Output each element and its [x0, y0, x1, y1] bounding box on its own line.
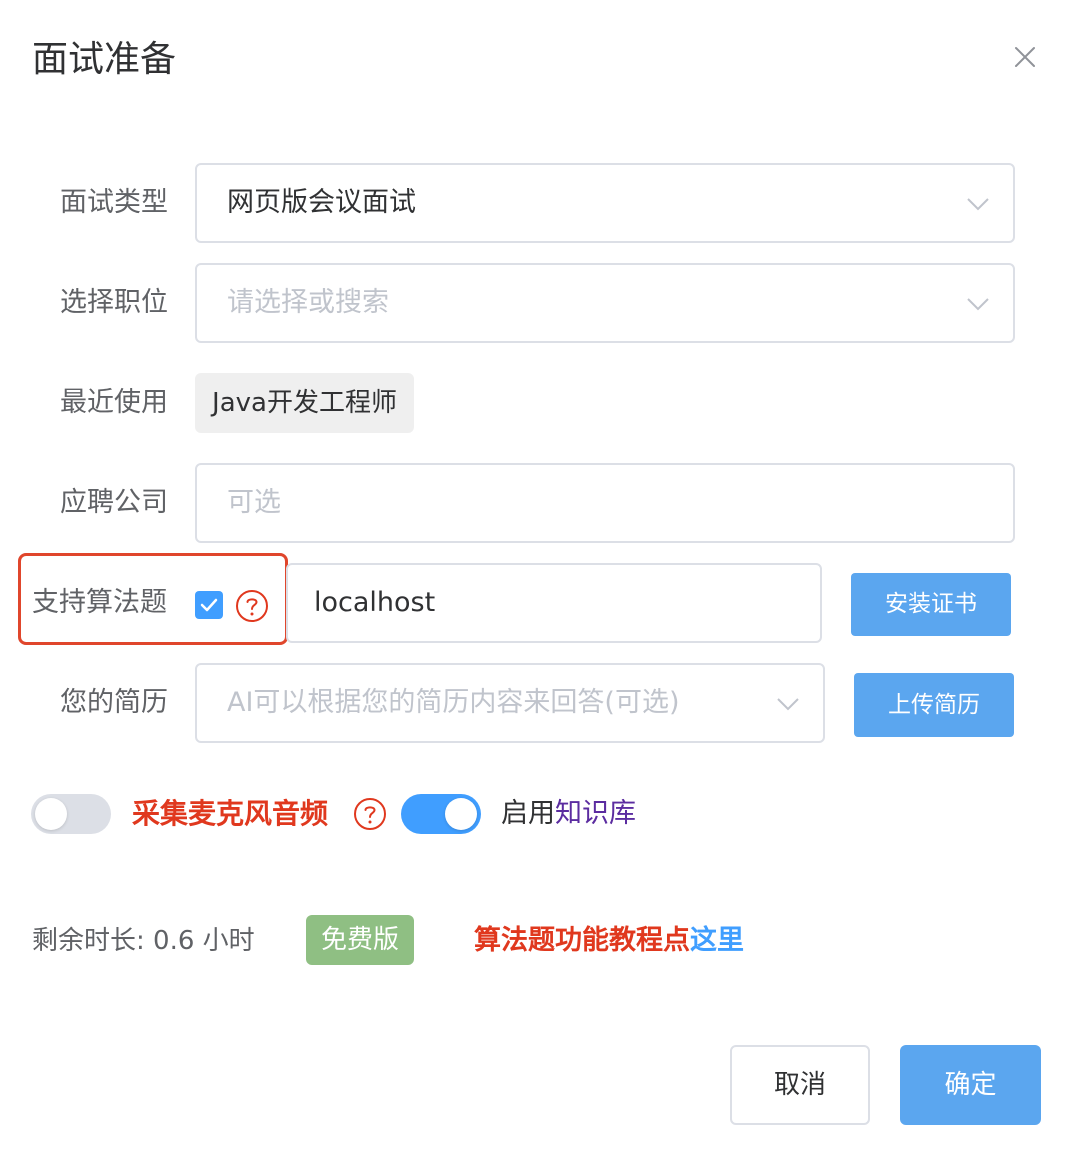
cancel-button[interactable]: 取消 — [730, 1045, 870, 1125]
knowledge-toggle[interactable] — [401, 794, 481, 834]
company-placeholder: 可选 — [227, 487, 281, 518]
knowledge-prefix: 启用 — [501, 798, 555, 829]
recent-label: 最近使用 — [60, 387, 168, 418]
chevron-down-icon — [967, 298, 989, 311]
position-label: 选择职位 — [60, 287, 168, 318]
dialog-title: 面试准备 — [32, 39, 177, 80]
chevron-down-icon — [777, 698, 799, 711]
toggle-knob — [35, 798, 67, 830]
resume-placeholder: AI可以根据您的简历内容来回答(可选) — [227, 687, 680, 718]
mic-label: 采集麦克风音频 — [132, 797, 329, 830]
plan-badge: 免费版 — [306, 915, 414, 965]
tutorial-link[interactable]: 这里 — [690, 925, 744, 956]
mic-toggle[interactable] — [31, 794, 111, 834]
remaining-time: 剩余时长: 0.6 小时 — [32, 926, 255, 956]
interview-prep-dialog: 面试准备 面试类型 网页版会议面试 选择职位 请选择或搜索 最近使用 Java开… — [0, 0, 1074, 1160]
company-input[interactable]: 可选 — [195, 463, 1015, 543]
interview-type-select[interactable]: 网页版会议面试 — [195, 163, 1015, 243]
resume-label: 您的简历 — [60, 687, 168, 718]
algorithm-label: 支持算法题 — [32, 587, 167, 618]
algorithm-checkbox[interactable] — [195, 591, 223, 619]
toggle-knob — [445, 798, 477, 830]
host-input[interactable]: localhost — [286, 563, 822, 643]
company-label: 应聘公司 — [60, 487, 168, 518]
upload-resume-button[interactable]: 上传简历 — [854, 673, 1014, 737]
install-certificate-button[interactable]: 安装证书 — [851, 573, 1011, 636]
knowledge-link[interactable]: 知识库 — [555, 798, 636, 829]
knowledge-label: 启用知识库 — [501, 794, 636, 834]
resume-select[interactable]: AI可以根据您的简历内容来回答(可选) — [195, 663, 825, 743]
help-circle-icon[interactable] — [353, 797, 387, 831]
host-value: localhost — [314, 587, 436, 618]
close-icon[interactable] — [1008, 40, 1042, 74]
position-select[interactable]: 请选择或搜索 — [195, 263, 1015, 343]
confirm-button[interactable]: 确定 — [900, 1045, 1041, 1125]
tutorial-prefix: 算法题功能教程点 — [474, 925, 690, 956]
tutorial-text: 算法题功能教程点这里 — [474, 922, 744, 960]
chevron-down-icon — [967, 198, 989, 211]
position-placeholder: 请选择或搜索 — [227, 287, 389, 318]
help-circle-icon[interactable] — [235, 589, 269, 623]
recent-position-chip[interactable]: Java开发工程师 — [195, 373, 414, 433]
interview-type-label: 面试类型 — [60, 187, 168, 218]
interview-type-value: 网页版会议面试 — [227, 187, 416, 218]
